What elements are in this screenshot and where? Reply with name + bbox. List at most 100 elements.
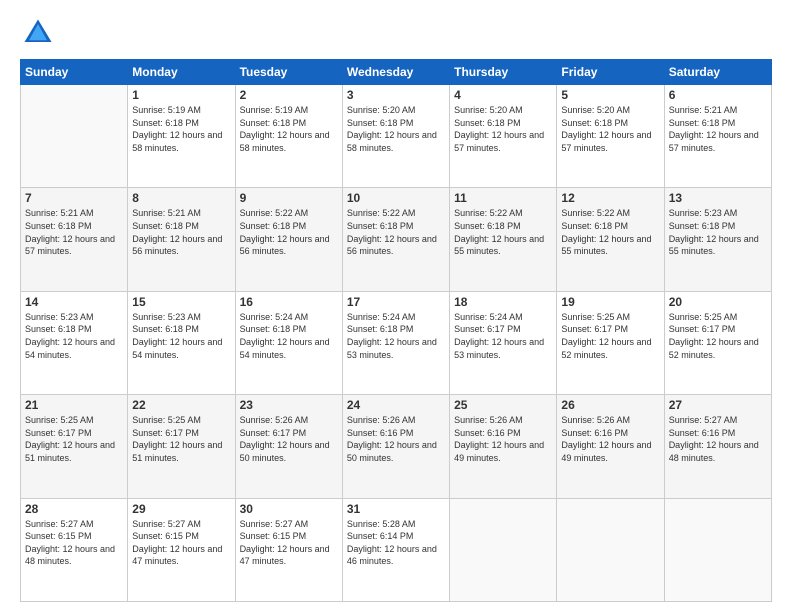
day-info: Sunrise: 5:25 AMSunset: 6:17 PMDaylight:… — [25, 414, 123, 464]
day-info: Sunrise: 5:22 AMSunset: 6:18 PMDaylight:… — [240, 207, 338, 257]
day-number: 20 — [669, 295, 767, 309]
calendar-header-monday: Monday — [128, 60, 235, 85]
calendar-header-sunday: Sunday — [21, 60, 128, 85]
day-number: 25 — [454, 398, 552, 412]
day-info: Sunrise: 5:20 AMSunset: 6:18 PMDaylight:… — [561, 104, 659, 154]
day-info: Sunrise: 5:22 AMSunset: 6:18 PMDaylight:… — [347, 207, 445, 257]
calendar-cell: 7 Sunrise: 5:21 AMSunset: 6:18 PMDaylight… — [21, 188, 128, 291]
day-info: Sunrise: 5:23 AMSunset: 6:18 PMDaylight:… — [25, 311, 123, 361]
day-info: Sunrise: 5:26 AMSunset: 6:16 PMDaylight:… — [561, 414, 659, 464]
day-info: Sunrise: 5:21 AMSunset: 6:18 PMDaylight:… — [132, 207, 230, 257]
calendar-cell: 11 Sunrise: 5:22 AMSunset: 6:18 PMDayligh… — [450, 188, 557, 291]
day-number: 15 — [132, 295, 230, 309]
calendar-header-wednesday: Wednesday — [342, 60, 449, 85]
calendar-cell: 20 Sunrise: 5:25 AMSunset: 6:17 PMDayligh… — [664, 291, 771, 394]
calendar-cell: 17Sunrise: 5:24 AMSunset: 6:18 PMDayligh… — [342, 291, 449, 394]
calendar-cell — [557, 498, 664, 601]
calendar-cell: 22Sunrise: 5:25 AMSunset: 6:17 PMDayligh… — [128, 395, 235, 498]
day-number: 7 — [25, 191, 123, 205]
day-info: Sunrise: 5:22 AMSunset: 6:18 PMDaylight:… — [454, 207, 552, 257]
day-number: 3 — [347, 88, 445, 102]
day-number: 14 — [25, 295, 123, 309]
calendar-cell: 15 Sunrise: 5:23 AMSunset: 6:18 PMDayligh… — [128, 291, 235, 394]
day-info: Sunrise: 5:20 AMSunset: 6:18 PMDaylight:… — [347, 104, 445, 154]
day-info: Sunrise: 5:23 AMSunset: 6:18 PMDaylight:… — [669, 207, 767, 257]
calendar-cell: 6 Sunrise: 5:21 AMSunset: 6:18 PMDaylight… — [664, 85, 771, 188]
day-number: 10 — [347, 191, 445, 205]
day-info: Sunrise: 5:26 AMSunset: 6:16 PMDaylight:… — [454, 414, 552, 464]
calendar-cell: 29 Sunrise: 5:27 AMSunset: 6:15 PMDayligh… — [128, 498, 235, 601]
calendar-cell: 13 Sunrise: 5:23 AMSunset: 6:18 PMDayligh… — [664, 188, 771, 291]
day-info: Sunrise: 5:21 AMSunset: 6:18 PMDaylight:… — [669, 104, 767, 154]
calendar-cell: 9 Sunrise: 5:22 AMSunset: 6:18 PMDaylight… — [235, 188, 342, 291]
calendar-cell: 2 Sunrise: 5:19 AMSunset: 6:18 PMDaylight… — [235, 85, 342, 188]
calendar-cell: 28Sunrise: 5:27 AMSunset: 6:15 PMDayligh… — [21, 498, 128, 601]
day-info: Sunrise: 5:24 AMSunset: 6:18 PMDaylight:… — [347, 311, 445, 361]
calendar-week-row: 21 Sunrise: 5:25 AMSunset: 6:17 PMDayligh… — [21, 395, 772, 498]
day-number: 23 — [240, 398, 338, 412]
calendar-cell: 3 Sunrise: 5:20 AMSunset: 6:18 PMDaylight… — [342, 85, 449, 188]
day-number: 18 — [454, 295, 552, 309]
calendar-week-row: 28Sunrise: 5:27 AMSunset: 6:15 PMDayligh… — [21, 498, 772, 601]
calendar-cell: 14 Sunrise: 5:23 AMSunset: 6:18 PMDayligh… — [21, 291, 128, 394]
calendar-cell: 16Sunrise: 5:24 AMSunset: 6:18 PMDayligh… — [235, 291, 342, 394]
calendar-cell: 25 Sunrise: 5:26 AMSunset: 6:16 PMDayligh… — [450, 395, 557, 498]
day-info: Sunrise: 5:21 AMSunset: 6:18 PMDaylight:… — [25, 207, 123, 257]
day-number: 19 — [561, 295, 659, 309]
calendar-cell: 12 Sunrise: 5:22 AMSunset: 6:18 PMDayligh… — [557, 188, 664, 291]
day-number: 1 — [132, 88, 230, 102]
day-number: 8 — [132, 191, 230, 205]
day-number: 2 — [240, 88, 338, 102]
day-number: 31 — [347, 502, 445, 516]
day-info: Sunrise: 5:24 AMSunset: 6:17 PMDaylight:… — [454, 311, 552, 361]
day-info: Sunrise: 5:19 AMSunset: 6:18 PMDaylight:… — [132, 104, 230, 154]
calendar-week-row: 7 Sunrise: 5:21 AMSunset: 6:18 PMDaylight… — [21, 188, 772, 291]
calendar-header-friday: Friday — [557, 60, 664, 85]
calendar-cell: 4Sunrise: 5:20 AMSunset: 6:18 PMDaylight… — [450, 85, 557, 188]
page: SundayMondayTuesdayWednesdayThursdayFrid… — [0, 0, 792, 612]
day-number: 13 — [669, 191, 767, 205]
calendar-header-saturday: Saturday — [664, 60, 771, 85]
day-info: Sunrise: 5:25 AMSunset: 6:17 PMDaylight:… — [561, 311, 659, 361]
day-info: Sunrise: 5:27 AMSunset: 6:15 PMDaylight:… — [240, 518, 338, 568]
day-info: Sunrise: 5:28 AMSunset: 6:14 PMDaylight:… — [347, 518, 445, 568]
day-number: 4 — [454, 88, 552, 102]
calendar-cell: 31 Sunrise: 5:28 AMSunset: 6:14 PMDayligh… — [342, 498, 449, 601]
day-number: 26 — [561, 398, 659, 412]
day-info: Sunrise: 5:26 AMSunset: 6:16 PMDaylight:… — [347, 414, 445, 464]
day-number: 5 — [561, 88, 659, 102]
day-number: 11 — [454, 191, 552, 205]
day-info: Sunrise: 5:19 AMSunset: 6:18 PMDaylight:… — [240, 104, 338, 154]
calendar-cell: 21 Sunrise: 5:25 AMSunset: 6:17 PMDayligh… — [21, 395, 128, 498]
calendar-cell: 19 Sunrise: 5:25 AMSunset: 6:17 PMDayligh… — [557, 291, 664, 394]
day-info: Sunrise: 5:23 AMSunset: 6:18 PMDaylight:… — [132, 311, 230, 361]
day-number: 9 — [240, 191, 338, 205]
calendar-cell: 8 Sunrise: 5:21 AMSunset: 6:18 PMDaylight… — [128, 188, 235, 291]
day-number: 12 — [561, 191, 659, 205]
day-number: 6 — [669, 88, 767, 102]
calendar-header-row: SundayMondayTuesdayWednesdayThursdayFrid… — [21, 60, 772, 85]
calendar-cell: 10 Sunrise: 5:22 AMSunset: 6:18 PMDayligh… — [342, 188, 449, 291]
calendar-table: SundayMondayTuesdayWednesdayThursdayFrid… — [20, 59, 772, 602]
calendar-header-thursday: Thursday — [450, 60, 557, 85]
day-info: Sunrise: 5:27 AMSunset: 6:16 PMDaylight:… — [669, 414, 767, 464]
calendar-cell: 26 Sunrise: 5:26 AMSunset: 6:16 PMDayligh… — [557, 395, 664, 498]
header — [20, 15, 772, 51]
day-number: 24 — [347, 398, 445, 412]
calendar-cell: 5 Sunrise: 5:20 AMSunset: 6:18 PMDaylight… — [557, 85, 664, 188]
day-number: 21 — [25, 398, 123, 412]
day-info: Sunrise: 5:27 AMSunset: 6:15 PMDaylight:… — [25, 518, 123, 568]
day-number: 22 — [132, 398, 230, 412]
day-info: Sunrise: 5:22 AMSunset: 6:18 PMDaylight:… — [561, 207, 659, 257]
calendar-cell: 1 Sunrise: 5:19 AMSunset: 6:18 PMDaylight… — [128, 85, 235, 188]
day-info: Sunrise: 5:27 AMSunset: 6:15 PMDaylight:… — [132, 518, 230, 568]
day-number: 30 — [240, 502, 338, 516]
logo-icon — [20, 15, 56, 51]
calendar-cell: 24 Sunrise: 5:26 AMSunset: 6:16 PMDayligh… — [342, 395, 449, 498]
day-info: Sunrise: 5:25 AMSunset: 6:17 PMDaylight:… — [669, 311, 767, 361]
calendar-cell: 18 Sunrise: 5:24 AMSunset: 6:17 PMDayligh… — [450, 291, 557, 394]
calendar-cell: 23Sunrise: 5:26 AMSunset: 6:17 PMDayligh… — [235, 395, 342, 498]
day-number: 29 — [132, 502, 230, 516]
calendar-cell — [21, 85, 128, 188]
calendar-header-tuesday: Tuesday — [235, 60, 342, 85]
